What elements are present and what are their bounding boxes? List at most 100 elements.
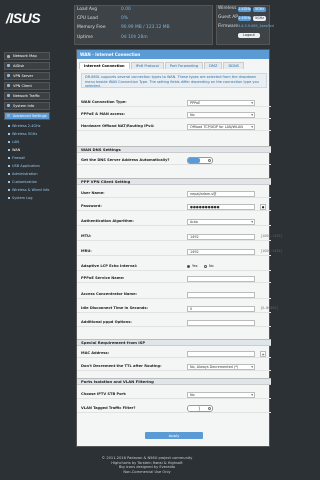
idle-label: Idle Disconnect Time in Seconds: — [81, 305, 148, 310]
toggle-knob — [188, 158, 200, 163]
dns-auto-label: Get the DNS Server Address Automatically… — [81, 157, 170, 162]
ttl-label: Don't Decrement the TTL after Routing: — [81, 363, 162, 368]
auth-label: Authentication Algorithm: — [81, 218, 134, 223]
sidebar-item-network-traffic[interactable]: Network Traffic — [4, 91, 50, 100]
sidebar-sub-usb[interactable]: USB Application — [8, 162, 50, 170]
sidebar-item-vpn-server[interactable]: VPN Server — [4, 71, 50, 80]
sidebar-sub-customization[interactable]: Customization — [8, 178, 50, 186]
tab-ipv6[interactable]: IPv6 Protocol — [130, 62, 164, 69]
ppp-opts-input[interactable] — [187, 319, 255, 326]
status-panel: Load Avg 0.00 CPU Load 0% Memory Free 90… — [74, 5, 213, 45]
network-map-icon — [7, 54, 10, 58]
mac-clone-button[interactable]: + — [260, 350, 266, 357]
wireless-label: Wireless — [218, 6, 237, 11]
ac-name-row: Access Concentrator Name: — [77, 290, 271, 299]
iptv-section-header: Ports Isolation and VLAN Filtering — [77, 378, 271, 385]
hw-offload-select[interactable]: Offload TCP/UDP for LAN/WLAN — [187, 123, 255, 130]
wan-type-label: WAN Connection Type: — [81, 99, 127, 104]
ac-name-input[interactable] — [187, 291, 255, 298]
mtu-input[interactable]: 1492 — [187, 233, 255, 240]
lcp-yes-label: Yes — [192, 263, 198, 268]
memory-free-label[interactable]: Memory Free — [77, 25, 106, 30]
sidebar-sub-system-log[interactable]: System Log — [8, 194, 50, 202]
show-password-toggle[interactable]: ● — [260, 203, 266, 210]
lcp-row: Adaptive LCP Echo Interval: Yes No — [77, 262, 271, 271]
ttl-select[interactable]: No, Always Decremented (*) — [187, 363, 255, 370]
load-avg-label: Load Avg — [77, 7, 98, 12]
tab-port-forwarding[interactable]: Port Forwarding — [164, 62, 204, 69]
uptime-value: 0d 10h 28m — [121, 35, 148, 40]
sidebar-sub-wan[interactable]: WAN — [8, 146, 50, 154]
username-input[interactable]: nepal/adam.s@ — [187, 190, 255, 197]
sidebar-nav: Network Map AiDisk VPN Server VPN Client… — [4, 52, 50, 202]
isp-section-header: Special Requirement from ISP — [77, 339, 271, 346]
footer-license: Non-Commercial Use Only — [123, 469, 171, 474]
ppp-opts-row: Additional pppd Options: — [77, 318, 271, 327]
auth-select[interactable]: Auto — [187, 218, 255, 225]
sidebar-item-aidisk[interactable]: AiDisk — [4, 61, 50, 70]
vlan-toggle[interactable] — [187, 405, 213, 412]
pppoe-service-row: PPPoE Service Name: — [77, 274, 271, 283]
lcp-no-radio[interactable] — [204, 264, 207, 268]
traffic-icon — [7, 94, 10, 98]
password-input[interactable]: ●●●●●●●●●● — [187, 203, 255, 210]
username-label: User Name: — [81, 190, 105, 195]
router-admin-page: /ISUS Load Avg 0.00 CPU Load 0% Memory F… — [0, 0, 294, 480]
dns-auto-toggle[interactable] — [187, 157, 213, 164]
sidebar-sub-wireless-5[interactable]: Wireless 5GHz — [8, 130, 50, 138]
sidebar-item-label: AiDisk — [13, 63, 25, 68]
sidebar-sub-wireless-wired-info[interactable]: Wireless & Wired Info — [8, 186, 50, 194]
dns-section-header: WAN DNS Settings — [77, 146, 271, 153]
ac-name-label: Access Concentrator Name: — [81, 291, 137, 296]
ppp-man-row: PPPoE & MAN access: No — [77, 110, 271, 119]
vpn-server-icon — [7, 74, 10, 78]
password-row: Password: ●●●●●●●●●● ● — [77, 202, 271, 211]
password-label: Password: — [81, 203, 102, 208]
sidebar-sub-firewall[interactable]: Firewall — [8, 154, 50, 162]
ppp-man-label: PPPoE & MAN access: — [81, 111, 125, 116]
logout-button[interactable]: Logout — [238, 33, 260, 38]
wan-type-select[interactable]: PPPoE — [187, 99, 255, 106]
idle-input[interactable]: 0 — [187, 305, 255, 312]
sidebar-sub-wireless-24[interactable]: Wireless 2.4GHz — [8, 122, 50, 130]
wan-settings-panel: WAN - Internet Connection Internet Conne… — [76, 49, 282, 447]
mtu-hint: [1000..1492] — [261, 233, 282, 238]
brand-logo: /ISUS — [6, 10, 41, 26]
apply-button[interactable]: Apply — [145, 432, 203, 439]
disk-icon — [7, 64, 10, 68]
hw-offload-row: Hardware Offload NAT/Routing IPv4: Offlo… — [77, 122, 271, 131]
mac-row: MAC Address: + — [77, 349, 271, 358]
iptv-row: Choose IPTV STB Port: No — [77, 390, 271, 399]
cpu-load-label[interactable]: CPU Load — [77, 16, 98, 21]
sidebar-item-vpn-client[interactable]: VPN Client — [4, 81, 50, 90]
mtu-row: MTU: 1492 [1000..1492] — [77, 232, 282, 241]
footer: © 2011-2016 Padavan & N56U project commu… — [0, 456, 294, 474]
wireless-5g-badge[interactable]: 5GHz — [253, 7, 266, 12]
mru-label: MRU: — [81, 248, 92, 253]
ppp-section-header: PPP VPN Client Setting — [77, 178, 271, 185]
mac-input[interactable] — [187, 350, 255, 357]
ttl-row: Don't Decrement the TTL after Routing: N… — [77, 362, 271, 371]
iptv-select[interactable]: No — [187, 391, 255, 398]
tab-dmz[interactable]: DMZ — [204, 62, 223, 69]
pppoe-service-input[interactable] — [187, 275, 255, 282]
guest-ap-label: Guest AP — [218, 15, 238, 20]
wireless-2g-badge[interactable]: 2.4GHz — [238, 7, 251, 12]
lcp-yes-radio[interactable] — [187, 264, 190, 268]
sidebar-item-advanced-settings[interactable]: Advanced Settings — [4, 111, 50, 120]
info-icon — [7, 104, 10, 108]
mru-input[interactable]: 1492 — [187, 248, 255, 255]
ppp-man-select[interactable]: No — [187, 111, 255, 118]
sidebar-sub-lan[interactable]: LAN — [8, 138, 50, 146]
toggle-off-indicator — [208, 159, 211, 162]
tab-internet-connection[interactable]: Internet Connection — [79, 62, 130, 69]
sidebar-item-label: System Info — [13, 103, 35, 108]
guest-5g-badge[interactable]: 5GHz — [253, 16, 266, 21]
sidebar-sub-administration[interactable]: Administration — [8, 170, 50, 178]
sidebar-item-network-map[interactable]: Network Map — [4, 52, 50, 60]
tab-ddns[interactable]: DDNS — [223, 62, 244, 69]
guest-2g-badge[interactable]: 2.4GHz — [238, 16, 251, 21]
mtu-label: MTU: — [81, 233, 92, 238]
sidebar-item-system-info[interactable]: System Info — [4, 101, 50, 110]
mru-row: MRU: 1492 [1000..1492] — [77, 247, 282, 256]
